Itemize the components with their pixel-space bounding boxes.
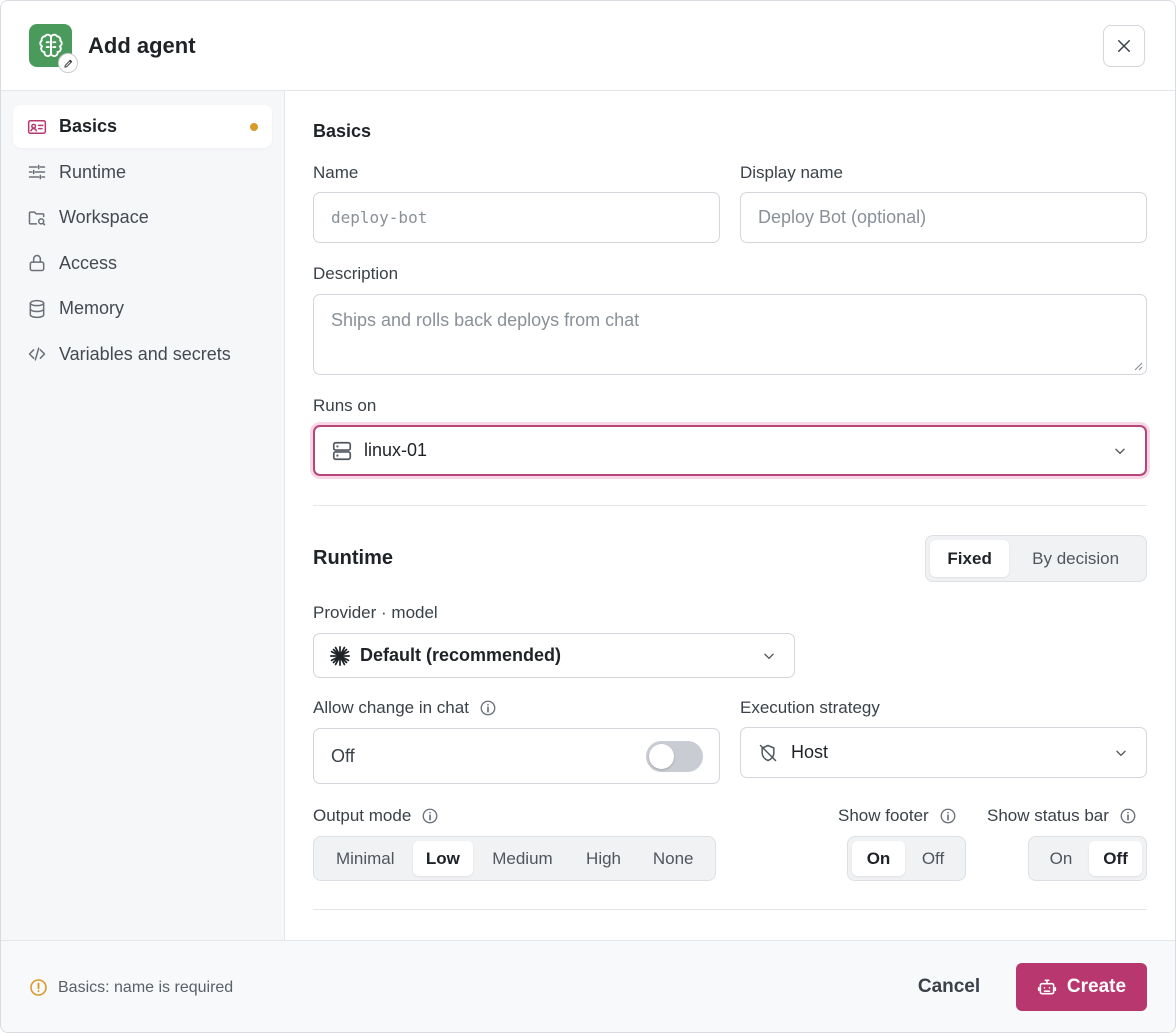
execution-strategy-label: Execution strategy bbox=[740, 698, 880, 717]
info-icon[interactable] bbox=[1119, 807, 1137, 825]
show-footer-on[interactable]: On bbox=[852, 841, 905, 876]
dialog-footer: Basics: name is required Cancel Create bbox=[1, 940, 1175, 1032]
folder-icon bbox=[27, 208, 47, 228]
dialog-title: Add agent bbox=[88, 32, 196, 58]
section-divider bbox=[313, 505, 1147, 506]
switch-knob bbox=[649, 744, 674, 769]
sidebar-nav: Basics Runtime Workspace Access Memory V… bbox=[1, 91, 285, 940]
sidebar-item-label: Workspace bbox=[59, 207, 149, 227]
chevron-down-icon bbox=[762, 649, 776, 663]
show-status-bar-on[interactable]: On bbox=[1033, 841, 1089, 876]
database-icon bbox=[27, 299, 47, 319]
sidebar-item-runtime[interactable]: Runtime bbox=[13, 151, 272, 194]
robot-icon bbox=[1037, 977, 1057, 997]
resize-grip-icon[interactable] bbox=[1133, 361, 1143, 371]
sidebar-item-label: Variables and secrets bbox=[59, 343, 231, 364]
brain-icon bbox=[38, 33, 63, 57]
allow-change-label: Allow change in chat bbox=[313, 698, 497, 718]
close-button[interactable] bbox=[1103, 25, 1145, 67]
chevron-down-icon bbox=[1113, 444, 1127, 458]
mode-option-by-decision[interactable]: By decision bbox=[1009, 540, 1142, 577]
info-icon[interactable] bbox=[939, 807, 957, 825]
description-placeholder: Ships and rolls back deploys from chat bbox=[331, 310, 640, 330]
sidebar-item-label: Memory bbox=[59, 298, 125, 318]
name-input[interactable]: deploy-bot bbox=[313, 192, 720, 243]
sidebar-item-memory[interactable]: Memory bbox=[13, 287, 272, 330]
sidebar-item-label: Access bbox=[59, 252, 118, 273]
display-name-input[interactable]: Deploy Bot (optional) bbox=[740, 192, 1147, 243]
allow-change-value: Off bbox=[331, 745, 355, 766]
validation-text: Basics: name is required bbox=[58, 978, 234, 996]
provider-label: Provider · model bbox=[313, 603, 438, 622]
sidebar-item-basics[interactable]: Basics bbox=[13, 105, 272, 148]
show-status-bar-off[interactable]: Off bbox=[1089, 841, 1142, 876]
provider-select[interactable]: Default (recommended) bbox=[313, 633, 795, 678]
dialog-header: Add agent bbox=[1, 1, 1175, 91]
lock-icon bbox=[27, 253, 47, 273]
sparkle-icon bbox=[329, 645, 351, 666]
output-mode-low[interactable]: Low bbox=[412, 841, 474, 876]
edit-badge[interactable] bbox=[58, 53, 78, 73]
cancel-button[interactable]: Cancel bbox=[901, 963, 997, 1011]
runs-on-value: linux-01 bbox=[364, 440, 428, 460]
allow-change-switch[interactable] bbox=[646, 741, 703, 772]
allow-change-field: Off bbox=[313, 728, 720, 784]
sidebar-item-workspace[interactable]: Workspace bbox=[13, 196, 272, 239]
mode-option-fixed[interactable]: Fixed bbox=[930, 540, 1010, 577]
output-mode-label: Output mode bbox=[313, 806, 439, 826]
output-mode-none[interactable]: None bbox=[635, 841, 711, 876]
chevron-down-icon bbox=[1114, 746, 1128, 760]
shield-off-icon bbox=[759, 744, 777, 761]
show-status-bar-label-text: Show status bar bbox=[987, 806, 1109, 825]
runs-on-select[interactable]: linux-01 bbox=[313, 425, 1147, 476]
sidebar-item-access[interactable]: Access bbox=[13, 242, 272, 285]
close-icon bbox=[1118, 40, 1130, 52]
create-button[interactable]: Create bbox=[1016, 963, 1147, 1011]
info-icon[interactable] bbox=[421, 807, 439, 825]
section-divider bbox=[313, 909, 1147, 910]
execution-strategy-select[interactable]: Host bbox=[740, 727, 1147, 778]
sidebar-item-variables-and-secrets[interactable]: Variables and secrets bbox=[13, 333, 272, 376]
display-name-label: Display name bbox=[740, 163, 843, 182]
show-footer-label: Show footer bbox=[838, 806, 957, 826]
agent-logo[interactable] bbox=[29, 24, 78, 73]
runs-on-label: Runs on bbox=[313, 396, 377, 415]
validation-message: Basics: name is required bbox=[29, 978, 233, 997]
output-mode-medium[interactable]: Medium bbox=[473, 841, 572, 876]
description-label: Description bbox=[313, 264, 399, 283]
name-label: Name bbox=[313, 163, 359, 182]
output-mode-minimal[interactable]: Minimal bbox=[318, 841, 413, 876]
main-panel: Basics Name deploy-bot Display name Depl… bbox=[285, 91, 1175, 940]
code-icon bbox=[27, 344, 47, 364]
unsaved-dot bbox=[250, 123, 258, 131]
show-footer-label-text: Show footer bbox=[838, 806, 929, 825]
sidebar-item-label: Runtime bbox=[59, 161, 127, 182]
sliders-icon bbox=[27, 162, 47, 182]
show-status-bar-label: Show status bar bbox=[987, 806, 1137, 826]
show-status-bar-toggle: On Off bbox=[1028, 836, 1147, 881]
server-icon bbox=[332, 441, 352, 460]
runtime-mode-toggle: Fixed By decision bbox=[925, 535, 1147, 582]
output-mode-toggle: Minimal Low Medium High None bbox=[313, 836, 716, 881]
execution-strategy-value: Host bbox=[791, 742, 829, 762]
show-footer-off[interactable]: Off bbox=[905, 841, 961, 876]
section-title-basics: Basics bbox=[313, 121, 372, 141]
info-icon[interactable] bbox=[479, 699, 497, 717]
warning-icon bbox=[29, 978, 48, 997]
id-card-icon bbox=[27, 117, 47, 137]
allow-change-label-text: Allow change in chat bbox=[313, 698, 469, 717]
create-button-label: Create bbox=[1066, 976, 1127, 997]
section-title-runtime: Runtime bbox=[313, 547, 393, 569]
output-mode-high[interactable]: High bbox=[572, 841, 636, 876]
pencil-icon bbox=[63, 59, 72, 68]
provider-value: Default (recommended) bbox=[360, 645, 562, 665]
description-textarea[interactable]: Ships and rolls back deploys from chat bbox=[313, 294, 1147, 375]
output-mode-label-text: Output mode bbox=[313, 806, 412, 825]
sidebar-item-label: Basics bbox=[59, 116, 118, 136]
show-footer-toggle: On Off bbox=[847, 836, 966, 881]
add-agent-dialog: Add agent Basics Runtime Workspace Acces… bbox=[0, 0, 1176, 1033]
